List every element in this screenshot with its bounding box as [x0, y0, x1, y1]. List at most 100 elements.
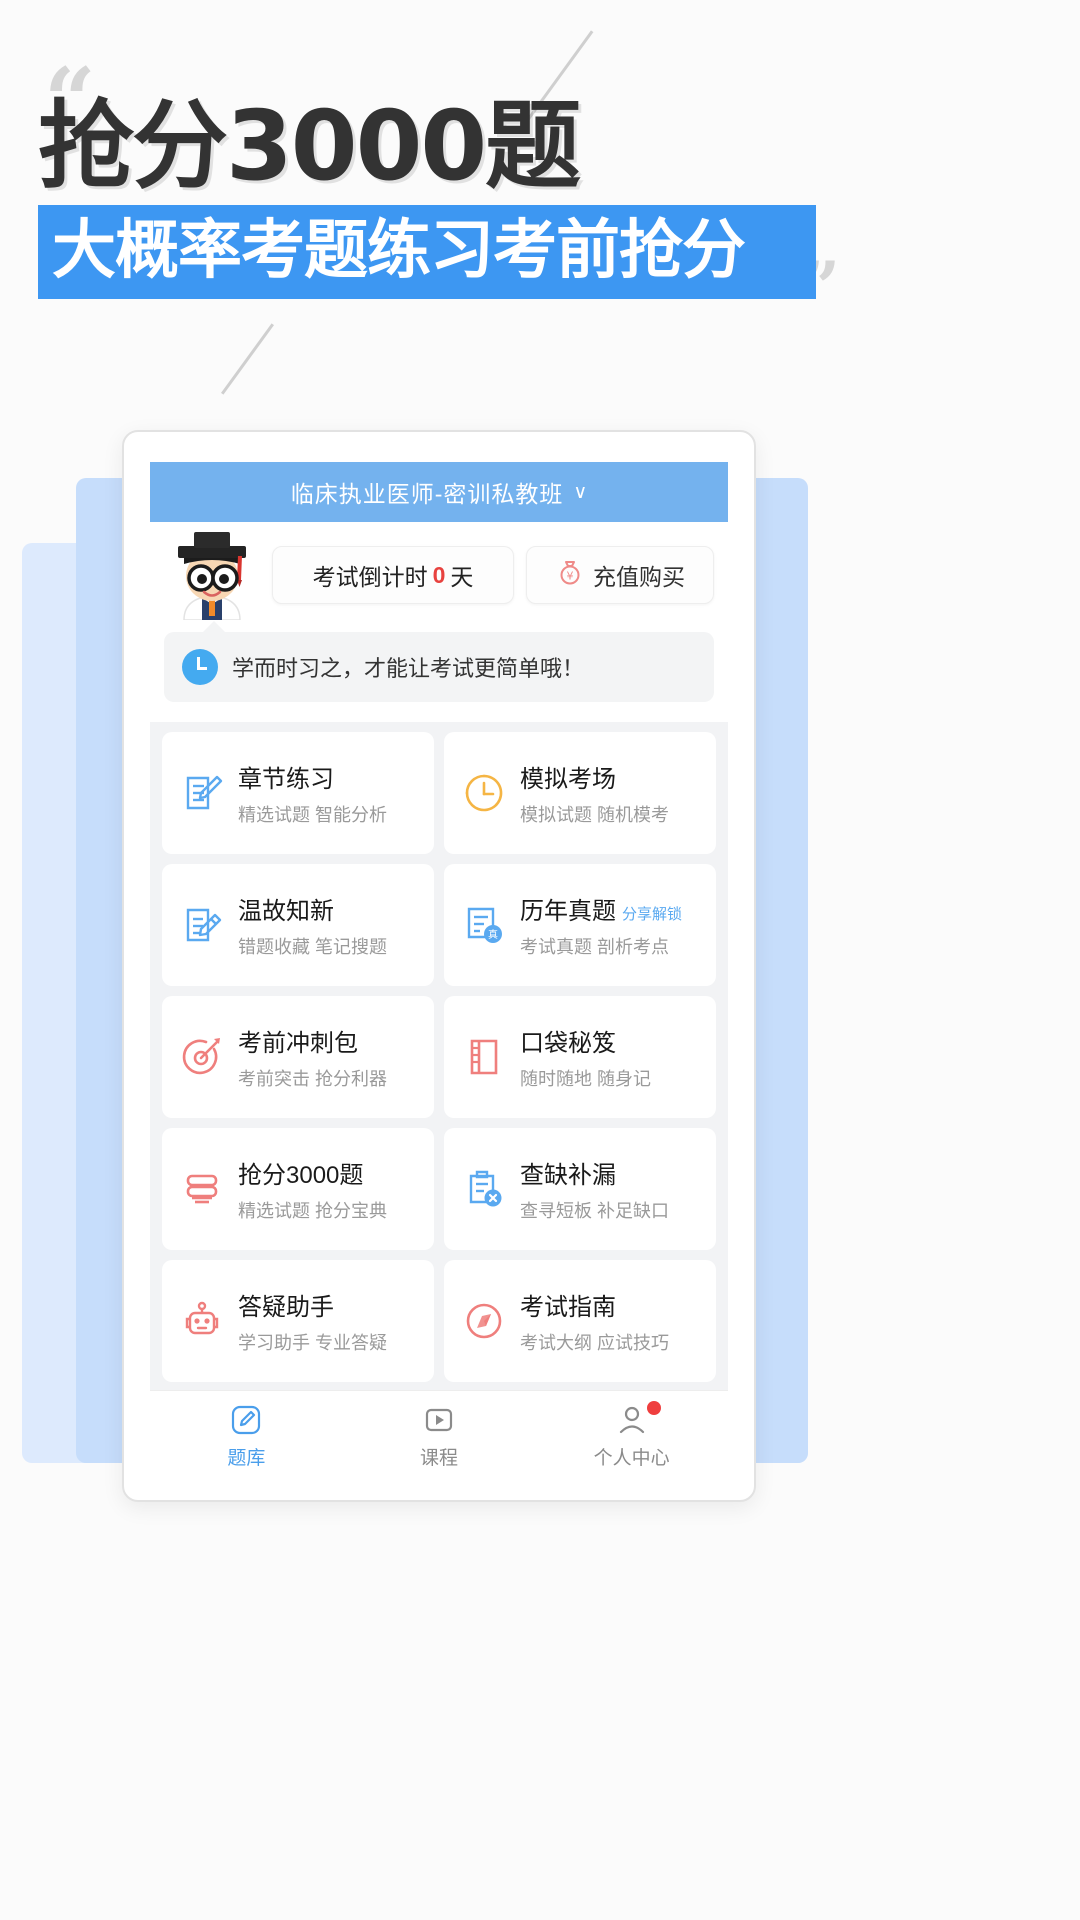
- tip-bubble: 学而时习之，才能让考试更简单哦！: [164, 621, 714, 702]
- poster-subline: 大概率考题练习考前抢分: [52, 214, 746, 288]
- feature-card-text: 抢分3000题 精选试题 抢分宝典: [238, 1155, 387, 1223]
- feature-subtitle: 错题收藏 笔记搜题: [238, 937, 388, 957]
- feature-card-3000-questions[interactable]: 抢分3000题 精选试题 抢分宝典: [162, 1128, 434, 1250]
- feature-card-text: 考前冲刺包 考前突击 抢分利器: [238, 1023, 387, 1091]
- app-header[interactable]: 临床执业医师-密训私教班 ∨: [150, 462, 728, 522]
- feature-title: 历年真题: [520, 898, 616, 925]
- recharge-button[interactable]: ¥ 充值购买: [526, 546, 714, 604]
- tip-wrap: 学而时习之，才能让考试更简单哦！: [150, 620, 728, 718]
- feature-subtitle: 查寻短板 补足缺口: [520, 1201, 670, 1221]
- tab-label: 题库: [227, 1448, 266, 1469]
- feature-title-row: 答疑助手: [238, 1287, 387, 1322]
- phone-mockup: 临床执业医师-密训私教班 ∨ 题: [122, 430, 756, 1502]
- feature-subtitle: 考试大纲 应试技巧: [520, 1333, 670, 1353]
- bottom-tab-bar: 题库 课程 个人中心: [150, 1390, 728, 1480]
- feature-subtitle: 学习助手 专业答疑: [238, 1333, 388, 1353]
- top-info-area: 题 考试倒计时 0: [150, 522, 728, 722]
- info-row: 题 考试倒计时 0: [150, 522, 728, 621]
- countdown-prefix: 考试倒计时: [312, 564, 428, 590]
- chevron-down-icon: ∨: [573, 481, 588, 503]
- svg-text:¥: ¥: [567, 570, 574, 583]
- paper-stamp-icon: 真: [460, 901, 508, 949]
- pencil-square-icon: [229, 1403, 263, 1437]
- poster-headline: 抢分3000题: [38, 90, 581, 202]
- feature-title-row: 模拟考场: [520, 759, 669, 794]
- svg-text:真: 真: [488, 928, 498, 941]
- decor-slash-bottom: [221, 323, 274, 395]
- note-pencil-icon: [178, 901, 226, 949]
- target-dart-icon: [178, 1033, 226, 1081]
- clipboard-x-icon: [460, 1165, 508, 1213]
- feature-card-text: 模拟考场 模拟试题 随机模考: [520, 759, 669, 827]
- feature-card-text: 温故知新 错题收藏 笔记搜题: [238, 891, 387, 959]
- feature-title: 查缺补漏: [520, 1162, 616, 1189]
- clock-outline-icon: [460, 769, 508, 817]
- tab-question-bank[interactable]: 题库: [150, 1403, 343, 1470]
- feature-grid: 章节练习 精选试题 智能分析 模拟考场 模拟试题 随机模考 温故知新 错题收藏 …: [162, 732, 716, 1382]
- feature-card-review[interactable]: 温故知新 错题收藏 笔记搜题: [162, 864, 434, 986]
- countdown-days: 0: [432, 561, 446, 588]
- tab-profile[interactable]: 个人中心: [535, 1401, 728, 1470]
- feature-subtitle: 模拟试题 随机模考: [520, 805, 670, 825]
- countdown-suffix: 天: [450, 564, 474, 590]
- feature-title: 考试指南: [520, 1294, 616, 1321]
- feature-title: 答疑助手: [238, 1294, 334, 1321]
- feature-title: 口袋秘笈: [520, 1030, 616, 1057]
- feature-subtitle: 考前突击 抢分利器: [238, 1069, 388, 1089]
- feature-card-text: 章节练习 精选试题 智能分析: [238, 759, 387, 827]
- feature-subtitle: 考试真题 剖析考点: [520, 937, 670, 957]
- person-icon: [615, 1401, 661, 1437]
- document-edit-icon: [178, 769, 226, 817]
- exam-countdown[interactable]: 考试倒计时 0 天: [272, 546, 514, 604]
- mascot-avatar: 题: [164, 516, 260, 621]
- feature-title-row: 温故知新: [238, 891, 387, 926]
- feature-subtitle: 精选试题 抢分宝典: [238, 1201, 388, 1221]
- compass-icon: [460, 1297, 508, 1345]
- feature-title: 温故知新: [238, 898, 334, 925]
- play-square-icon: [422, 1403, 456, 1437]
- feature-card-pocket-book[interactable]: 口袋秘笈 随时随地 随身记: [444, 996, 716, 1118]
- feature-card-past-papers[interactable]: 真 历年真题 分享解锁 考试真题 剖析考点: [444, 864, 716, 986]
- recharge-label: 充值购买: [593, 564, 685, 590]
- feature-card-text: 历年真题 分享解锁 考试真题 剖析考点: [520, 891, 682, 959]
- feature-card-text: 考试指南 考试大纲 应试技巧: [520, 1287, 669, 1355]
- feature-card-exam-guide[interactable]: 考试指南 考试大纲 应试技巧: [444, 1260, 716, 1382]
- feature-title-row: 考前冲刺包: [238, 1023, 387, 1058]
- feature-title: 抢分3000题: [238, 1162, 364, 1189]
- clock-icon: [182, 649, 218, 685]
- notebook-icon: [460, 1033, 508, 1081]
- money-bag-icon: ¥: [555, 557, 585, 593]
- app-screen: 临床执业医师-密训私教班 ∨ 题: [150, 462, 728, 1480]
- feature-grid-area: 章节练习 精选试题 智能分析 模拟考场 模拟试题 随机模考 温故知新 错题收藏 …: [150, 722, 728, 1390]
- feature-card-text: 查缺补漏 查寻短板 补足缺口: [520, 1155, 669, 1223]
- feature-title-row: 抢分3000题: [238, 1155, 387, 1190]
- stacked-books-icon: [178, 1165, 226, 1213]
- status-badge: 分享解锁: [622, 906, 683, 923]
- feature-card-text: 口袋秘笈 随时随地 随身记: [520, 1023, 651, 1091]
- poster-subline-band: 大概率考题练习考前抢分: [38, 205, 816, 299]
- tab-label: 课程: [420, 1448, 459, 1469]
- feature-subtitle: 精选试题 智能分析: [238, 805, 388, 825]
- feature-title: 模拟考场: [520, 766, 616, 793]
- feature-title-row: 章节练习: [238, 759, 387, 794]
- poster-header: “ ” 抢分3000题 大概率考题练习考前抢分: [0, 0, 1080, 470]
- feature-card-gap-fill[interactable]: 查缺补漏 查寻短板 补足缺口: [444, 1128, 716, 1250]
- feature-title-row: 历年真题 分享解锁: [520, 891, 682, 926]
- feature-card-text: 答疑助手 学习助手 专业答疑: [238, 1287, 387, 1355]
- feature-subtitle: 随时随地 随身记: [520, 1069, 652, 1089]
- robot-icon: [178, 1297, 226, 1345]
- feature-card-sprint-pack[interactable]: 考前冲刺包 考前突击 抢分利器: [162, 996, 434, 1118]
- feature-title-row: 查缺补漏: [520, 1155, 669, 1190]
- feature-card-chapter-practice[interactable]: 章节练习 精选试题 智能分析: [162, 732, 434, 854]
- feature-title-row: 考试指南: [520, 1287, 669, 1322]
- feature-card-qa-assistant[interactable]: 答疑助手 学习助手 专业答疑: [162, 1260, 434, 1382]
- feature-title-row: 口袋秘笈: [520, 1023, 651, 1058]
- feature-title: 考前冲刺包: [238, 1030, 358, 1057]
- tab-courses[interactable]: 课程: [343, 1403, 536, 1470]
- tab-label: 个人中心: [593, 1448, 670, 1469]
- course-title: 临床执业医师-密训私教班: [290, 481, 564, 507]
- feature-card-mock-exam[interactable]: 模拟考场 模拟试题 随机模考: [444, 732, 716, 854]
- notification-dot: [646, 1401, 661, 1415]
- tip-text: 学而时习之，才能让考试更简单哦！: [232, 656, 585, 681]
- feature-title: 章节练习: [238, 766, 334, 793]
